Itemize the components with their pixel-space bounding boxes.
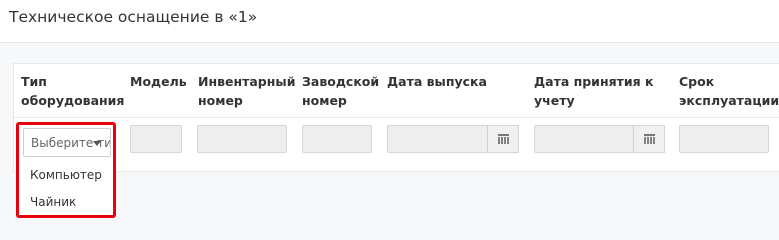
column-header-model-line1: Модель [130,74,187,89]
dropdown-option-computer[interactable]: Компьютер [30,168,102,182]
column-header-acceptance-date: Дата принятия к учету [534,72,653,110]
acceptance-date-input[interactable] [534,125,634,153]
column-header-service-life-line2: эксплуатации [679,93,779,108]
release-date-picker-button[interactable] [487,125,519,153]
column-header-serial-line1: Заводской [302,74,380,89]
model-input[interactable] [130,125,182,153]
column-header-model: Модель [130,72,187,91]
column-header-inventory-number: Инвентарный номер [198,72,295,110]
column-header-release-date: Дата выпуска [387,72,487,91]
page-header: Техническое оснащение в «1» [0,0,779,43]
calendar-icon [497,134,509,144]
dropdown-option-kettle[interactable]: Чайник [30,195,76,209]
service-life-input[interactable] [679,125,769,153]
page-title: Техническое оснащение в «1» [9,8,258,26]
column-header-service-life: Срок эксплуатации [679,72,779,110]
acceptance-date-picker-button[interactable] [633,125,665,153]
column-header-type: Тип оборудования [21,72,124,110]
column-header-acceptance-line2: учету [534,93,575,108]
column-header-serial-number: Заводской номер [302,72,379,110]
column-header-inventory-line1: Инвентарный [198,74,296,89]
equipment-type-dropdown: Компьютер Чайник [18,158,115,216]
column-header-type-line2: оборудования [21,93,125,108]
calendar-icon [643,134,655,144]
chevron-down-icon [93,141,101,146]
equipment-type-select[interactable]: Выберите ти [23,128,111,157]
release-date-input[interactable] [387,125,488,153]
column-header-acceptance-line1: Дата принятия к [534,74,654,89]
column-header-type-line1: Тип [21,74,47,89]
column-header-serial-line2: номер [302,93,347,108]
header-divider [14,117,779,118]
inventory-number-input[interactable] [197,125,287,153]
serial-number-input[interactable] [302,125,372,153]
column-header-release-line1: Дата выпуска [387,74,487,89]
column-header-service-life-line1: Срок [679,74,715,89]
column-header-inventory-line2: номер [198,93,243,108]
